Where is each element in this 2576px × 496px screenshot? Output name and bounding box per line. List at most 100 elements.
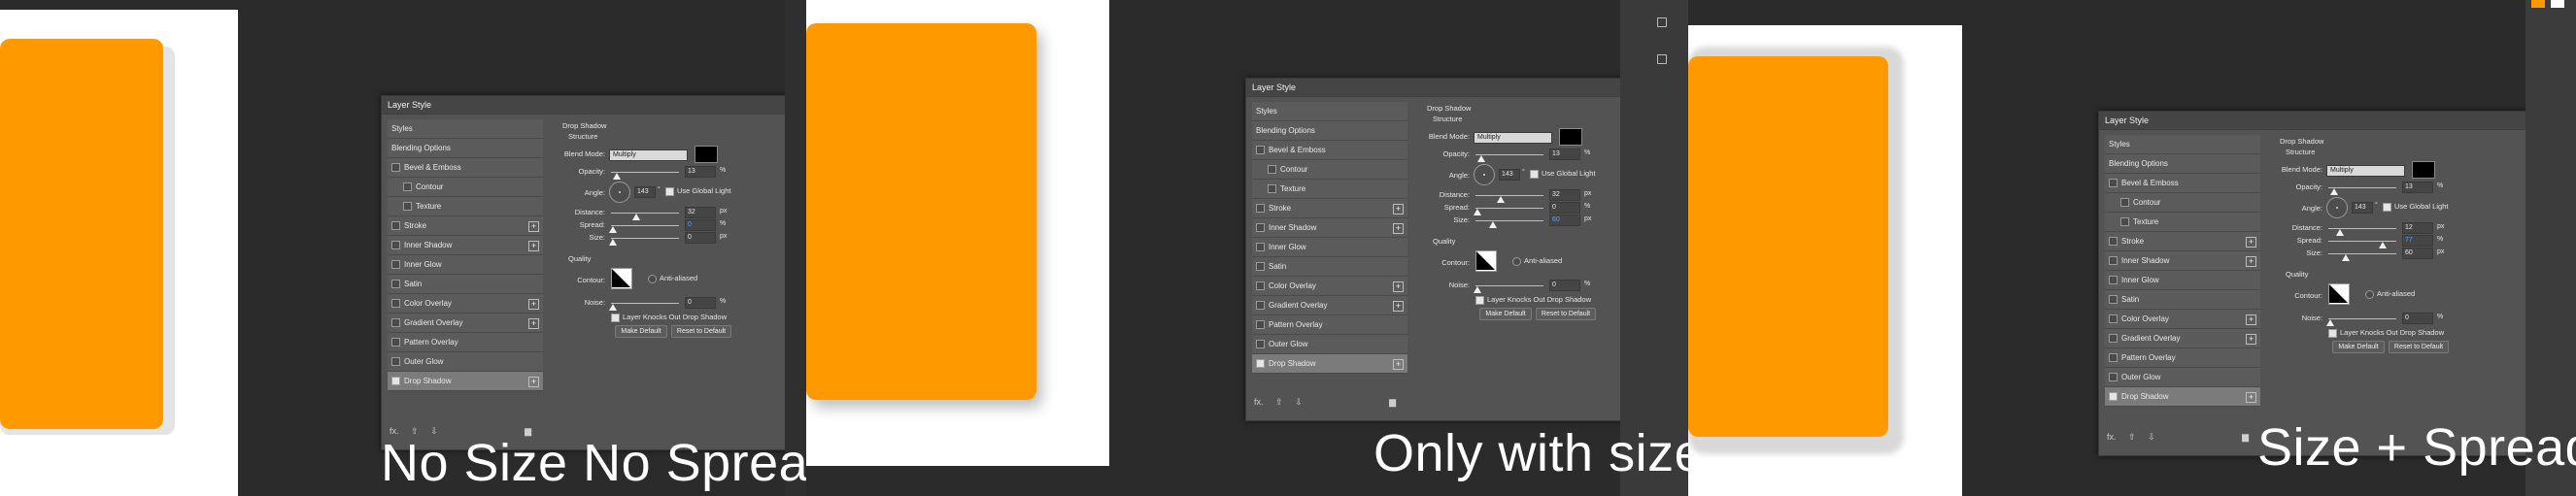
- contour-picker[interactable]: [2328, 283, 2350, 305]
- checkbox[interactable]: [1256, 146, 1265, 155]
- style-drop-shadow[interactable]: Drop Shadow +: [1252, 354, 1407, 374]
- styles-header[interactable]: Styles: [1252, 102, 1407, 121]
- style-bevel-emboss[interactable]: Bevel & Emboss: [388, 158, 543, 178]
- use-global-light[interactable]: Use Global Light: [665, 186, 730, 196]
- style-outer-glow[interactable]: Outer Glow: [388, 352, 543, 372]
- checkbox[interactable]: [665, 186, 674, 196]
- add-icon[interactable]: +: [2246, 237, 2256, 248]
- make-default-button[interactable]: Make Default: [615, 325, 667, 338]
- reset-default-button[interactable]: Reset to Default: [671, 325, 731, 338]
- blending-options[interactable]: Blending Options: [388, 139, 543, 158]
- style-color-overlay[interactable]: Color Overlay +: [388, 294, 543, 314]
- shadow-color-swatch[interactable]: [695, 146, 718, 163]
- checkbox[interactable]: [1256, 204, 1265, 214]
- style-stroke[interactable]: Stroke +: [2105, 232, 2260, 251]
- style-contour[interactable]: Contour: [2105, 193, 2260, 213]
- style-inner-glow[interactable]: Inner Glow: [2105, 271, 2260, 290]
- blend-mode-select[interactable]: Multiply: [2326, 165, 2405, 177]
- reset-default-button[interactable]: Reset to Default: [2389, 341, 2449, 353]
- add-icon[interactable]: +: [528, 299, 539, 310]
- checkbox[interactable]: [391, 163, 400, 173]
- reset-default-button[interactable]: Reset to Default: [1536, 308, 1596, 320]
- knocks-out-checkbox[interactable]: Layer Knocks Out Drop Shadow: [1475, 295, 1591, 305]
- spread-thumb[interactable]: [2379, 242, 2387, 248]
- styles-header[interactable]: Styles: [388, 119, 543, 139]
- angle-dial[interactable]: [609, 182, 630, 203]
- checkbox[interactable]: [2109, 256, 2118, 266]
- style-inner-shadow[interactable]: Inner Shadow +: [2105, 251, 2260, 271]
- checkbox[interactable]: [403, 202, 412, 212]
- knocks-out-checkbox[interactable]: Layer Knocks Out Drop Shadow: [2328, 328, 2444, 338]
- spread-slider[interactable]: [611, 225, 679, 226]
- noise-input[interactable]: 0: [685, 297, 716, 309]
- checkbox[interactable]: [2328, 328, 2337, 338]
- size-input[interactable]: 0: [685, 232, 716, 244]
- distance-input[interactable]: 12: [2402, 222, 2433, 234]
- fx-icon[interactable]: fx.: [1254, 397, 1264, 407]
- checkbox[interactable]: [2109, 392, 2118, 402]
- distance-thumb[interactable]: [632, 214, 640, 220]
- size-slider[interactable]: [611, 238, 679, 239]
- add-icon[interactable]: +: [528, 221, 539, 232]
- style-stroke[interactable]: Stroke +: [1252, 199, 1407, 218]
- noise-slider[interactable]: [1475, 285, 1543, 286]
- distance-slider[interactable]: [1475, 195, 1543, 196]
- checkbox[interactable]: [2109, 237, 2118, 247]
- size-thumb[interactable]: [2342, 254, 2350, 261]
- size-input[interactable]: 60: [2402, 248, 2433, 259]
- blend-mode-select[interactable]: Multiply: [609, 149, 688, 161]
- blending-options[interactable]: Blending Options: [2105, 154, 2260, 174]
- checkbox[interactable]: [391, 280, 400, 289]
- checkbox[interactable]: [2109, 314, 2118, 324]
- distance-input[interactable]: 32: [1549, 189, 1580, 201]
- style-outer-glow[interactable]: Outer Glow: [2105, 368, 2260, 387]
- style-outer-glow[interactable]: Outer Glow: [1252, 335, 1407, 354]
- add-icon[interactable]: +: [2246, 392, 2256, 403]
- style-bevel-emboss[interactable]: Bevel & Emboss: [1252, 141, 1407, 160]
- checkbox[interactable]: [391, 357, 400, 367]
- trash-icon[interactable]: ▆: [2242, 432, 2249, 443]
- checkbox[interactable]: [2109, 353, 2118, 363]
- checkbox[interactable]: [2120, 217, 2129, 227]
- checkbox[interactable]: [391, 377, 400, 386]
- style-inner-glow[interactable]: Inner Glow: [1252, 238, 1407, 257]
- panel-icon[interactable]: [1657, 54, 1667, 64]
- noise-thumb[interactable]: [1474, 286, 1481, 293]
- blending-options[interactable]: Blending Options: [1252, 121, 1407, 141]
- checkbox[interactable]: [2109, 373, 2118, 382]
- contour-picker[interactable]: [611, 268, 632, 289]
- blend-mode-select[interactable]: Multiply: [1474, 132, 1552, 144]
- trash-icon[interactable]: ▆: [1389, 397, 1396, 408]
- fx-icon[interactable]: fx.: [2107, 432, 2117, 442]
- opacity-slider[interactable]: [611, 172, 679, 173]
- panel-icon[interactable]: [1657, 17, 1667, 27]
- checkbox[interactable]: [391, 221, 400, 231]
- checkbox[interactable]: [611, 313, 620, 322]
- checkbox[interactable]: [1256, 223, 1265, 233]
- angle-input[interactable]: 143: [2352, 202, 2373, 214]
- style-contour[interactable]: Contour: [388, 178, 543, 197]
- noise-slider[interactable]: [611, 303, 679, 304]
- spread-input[interactable]: 0: [685, 219, 716, 231]
- style-inner-shadow[interactable]: Inner Shadow +: [1252, 218, 1407, 238]
- anti-aliased[interactable]: Anti-aliased: [1512, 256, 1562, 266]
- opacity-input[interactable]: 13: [1549, 149, 1580, 160]
- spread-input[interactable]: 0: [1549, 202, 1580, 214]
- style-texture[interactable]: Texture: [388, 197, 543, 216]
- checkbox[interactable]: [2365, 289, 2374, 299]
- size-slider[interactable]: [1475, 220, 1543, 221]
- add-icon[interactable]: +: [2246, 256, 2256, 267]
- angle-dial[interactable]: [1474, 164, 1495, 185]
- shadow-color-swatch[interactable]: [2412, 161, 2435, 179]
- angle-input[interactable]: 143: [1499, 169, 1520, 181]
- style-stroke[interactable]: Stroke +: [388, 216, 543, 236]
- spread-slider[interactable]: [1475, 208, 1543, 209]
- spread-thumb[interactable]: [609, 226, 617, 233]
- style-texture[interactable]: Texture: [1252, 180, 1407, 199]
- opacity-thumb[interactable]: [1477, 155, 1485, 162]
- make-default-button[interactable]: Make Default: [2332, 341, 2385, 353]
- add-icon[interactable]: +: [2246, 314, 2256, 325]
- noise-slider[interactable]: [2328, 318, 2396, 319]
- size-thumb[interactable]: [609, 239, 617, 246]
- style-color-overlay[interactable]: Color Overlay +: [1252, 277, 1407, 296]
